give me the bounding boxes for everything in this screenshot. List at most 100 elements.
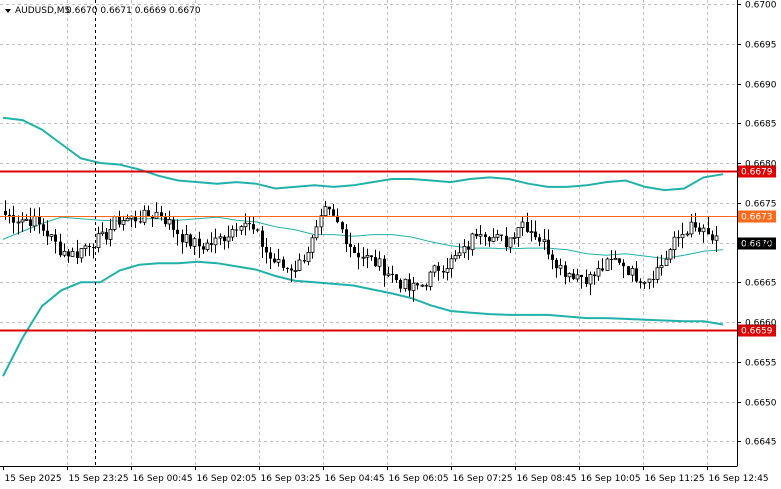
candle-body-up <box>542 239 547 243</box>
candle-body-down <box>580 274 583 277</box>
candle-body-down <box>76 251 79 258</box>
candle-body-down <box>269 252 272 259</box>
candle-body-up <box>297 259 302 271</box>
candle-body-up <box>655 267 660 280</box>
x-tick-label: 16 Sep 04:45 <box>325 474 385 484</box>
candle-body-down <box>475 233 478 237</box>
symbol-label: AUDUSD,M5 <box>15 6 70 16</box>
candle-body-up <box>314 226 319 239</box>
candle-body-down <box>349 244 352 247</box>
candle-body-down <box>176 229 179 235</box>
candle-body-down <box>341 222 344 230</box>
candle-body-down <box>248 223 251 225</box>
candle-body-up <box>293 270 298 272</box>
candle-body-down <box>282 259 285 268</box>
candle-body-down <box>707 228 710 235</box>
candle-body-down <box>273 258 276 263</box>
candle-body-up <box>108 228 113 240</box>
candle-body-up <box>70 250 75 257</box>
candle-body-up <box>457 252 462 257</box>
candle-body-up <box>516 227 521 238</box>
candle-body-down <box>601 268 604 271</box>
candle-body-up <box>20 219 25 223</box>
candle-body-down <box>328 206 331 210</box>
candle-body-down <box>181 234 184 243</box>
candle-body-down <box>547 239 550 255</box>
x-tick-label: 16 Sep 08:45 <box>517 474 577 484</box>
candle-body-up <box>403 278 408 289</box>
candle-body-down <box>38 216 41 225</box>
candle-body-down <box>484 234 487 238</box>
y-tick-label: 0.6690 <box>745 81 777 91</box>
candle-body-down <box>353 247 356 253</box>
x-tick-label: 16 Sep 10:05 <box>581 474 641 484</box>
candle-body-up <box>714 235 719 241</box>
candle-body-down <box>256 229 259 231</box>
candle-body-up <box>470 233 475 251</box>
candle-body-up <box>184 234 189 243</box>
candle-body-down <box>261 230 264 247</box>
candle-body-down <box>694 222 697 228</box>
candle-body-up <box>478 233 483 237</box>
candle-body-up <box>596 267 601 277</box>
candle-body-down <box>42 224 45 231</box>
y-tick-label: 0.6645 <box>745 438 777 448</box>
candle-body-up <box>167 219 172 225</box>
candle-body-up <box>226 236 231 242</box>
candle-body-down <box>425 285 428 287</box>
candle-body-up <box>664 258 669 266</box>
y-tick-label: 0.6680 <box>745 160 777 170</box>
x-tick-label: 16 Sep 11:25 <box>645 474 705 484</box>
candle-body-down <box>408 279 411 291</box>
x-tick-label: 15 Sep 2025 <box>5 474 62 484</box>
candle-body-up <box>668 249 673 260</box>
x-tick-label: 16 Sep 00:45 <box>133 474 193 484</box>
candle-body-down <box>572 273 575 279</box>
candle-body-down <box>370 255 373 258</box>
candle-body-up <box>377 258 382 267</box>
candle-body-down <box>593 274 596 277</box>
candle-body-down <box>635 268 638 282</box>
candle-body-up <box>630 267 635 276</box>
candle-body-up <box>306 251 311 262</box>
candle-body-down <box>711 234 714 241</box>
candle-body-down <box>357 252 360 258</box>
candle-body-down <box>538 237 541 242</box>
candle-body-up <box>121 220 126 225</box>
candle-body-up <box>680 233 685 239</box>
candle-body-down <box>555 259 558 269</box>
candle-body-down <box>467 246 470 250</box>
candle-body-down <box>526 222 529 232</box>
candle-body-down <box>92 247 95 249</box>
candle-body-down <box>442 270 445 273</box>
candle-body-up <box>319 215 324 228</box>
candle-body-down <box>416 283 419 286</box>
candle-body-up <box>647 278 652 283</box>
candle-body-up <box>520 221 525 228</box>
candle-body-down <box>622 262 625 267</box>
candle-body-down <box>189 234 192 247</box>
candle-body-up <box>491 236 496 242</box>
candle-body-up <box>613 257 618 261</box>
candle-body-up <box>83 245 88 249</box>
candle-body-up <box>672 236 677 250</box>
candle-body-up <box>16 221 21 224</box>
price-chart[interactable]: 0.66790.66730.66590.6670 0.67000.66950.6… <box>0 0 781 489</box>
candle-body-down <box>4 210 7 215</box>
candle-body-up <box>588 274 593 285</box>
candle-body-down <box>500 234 503 236</box>
candle-body-down <box>202 246 205 250</box>
candle-body-down <box>88 245 91 247</box>
y-tick-label: 0.6685 <box>745 120 777 130</box>
candle-body-down <box>534 231 537 238</box>
plot-area <box>0 0 781 489</box>
candle-body-down <box>639 281 642 283</box>
candle-body-down <box>564 265 567 277</box>
candle-body-down <box>627 266 630 275</box>
candle-body-up <box>62 250 67 256</box>
candle-body-up <box>575 274 580 280</box>
candle-body-up <box>462 245 467 254</box>
candle-body-down <box>677 237 680 239</box>
candle-body-down <box>399 280 402 289</box>
candle-body-up <box>276 259 281 263</box>
